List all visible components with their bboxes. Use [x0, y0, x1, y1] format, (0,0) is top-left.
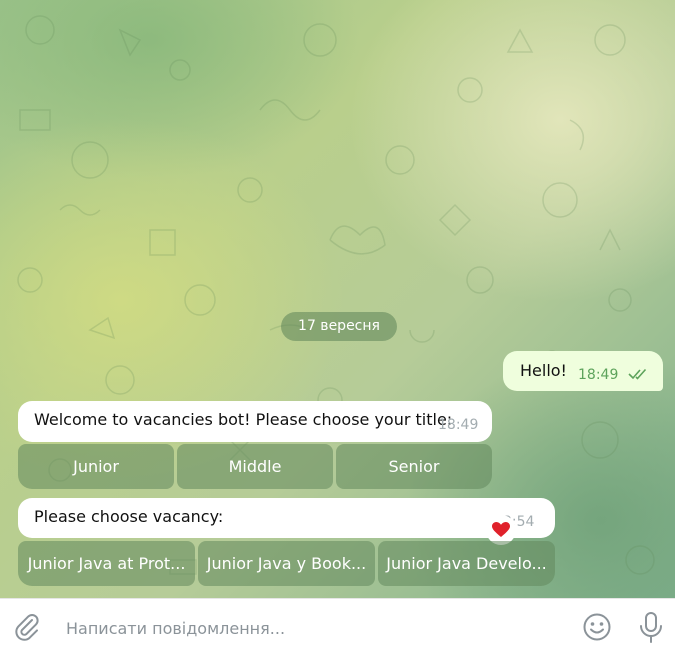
message-time: 18:49: [578, 367, 619, 383]
date-separator: 17 вересня: [281, 312, 397, 341]
incoming-message[interactable]: Please choose vacancy: 3:54: [18, 498, 555, 538]
inline-keyboard-vacancies: Junior Java at Prot... Junior Java у Boo…: [18, 541, 555, 586]
message-composer: [0, 598, 675, 657]
keyboard-button-middle[interactable]: Middle: [177, 444, 333, 489]
keyboard-button-vacancy-1[interactable]: Junior Java at Prot...: [18, 541, 195, 586]
incoming-message[interactable]: Welcome to vacancies bot! Please choose …: [18, 401, 492, 442]
message-time: 18:49: [438, 417, 479, 433]
message-text: Hello!: [520, 361, 567, 380]
smile-icon[interactable]: [582, 612, 612, 642]
double-check-icon: [628, 368, 647, 380]
inline-keyboard-title: Junior Middle Senior: [18, 444, 492, 489]
keyboard-button-vacancy-3[interactable]: Junior Java Develo...: [378, 541, 555, 586]
message-text: Welcome to vacancies bot! Please choose …: [34, 410, 453, 429]
message-input[interactable]: [64, 613, 548, 643]
keyboard-button-junior[interactable]: Junior: [18, 444, 174, 489]
message-text: Please choose vacancy:: [34, 507, 224, 526]
outgoing-message[interactable]: Hello! 18:49: [503, 351, 663, 391]
keyboard-button-vacancy-2[interactable]: Junior Java у Book...: [198, 541, 375, 586]
heart-icon: [492, 522, 510, 537]
keyboard-button-senior[interactable]: Senior: [336, 444, 492, 489]
paperclip-icon[interactable]: [12, 612, 42, 642]
microphone-icon[interactable]: [638, 611, 664, 645]
